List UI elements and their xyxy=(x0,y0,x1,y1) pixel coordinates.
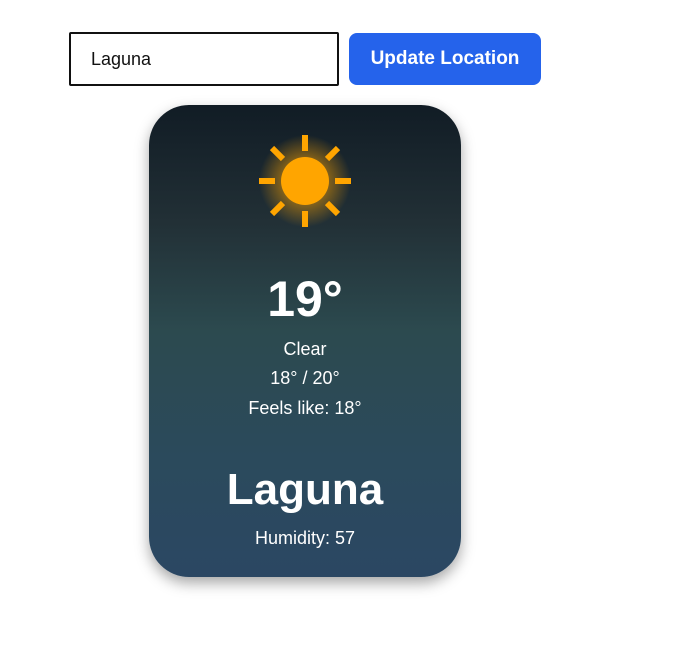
sun-icon xyxy=(259,135,351,227)
feels-like-value: 18° xyxy=(334,398,362,418)
humidity-value: 57 xyxy=(335,528,356,548)
location-input[interactable] xyxy=(69,32,339,86)
weather-card: 19° Clear 18° / 20° Feels like: 18° Lagu… xyxy=(149,105,461,577)
weather-condition: Clear xyxy=(283,339,327,359)
humidity-label: Humidity: xyxy=(254,528,330,548)
update-location-button[interactable]: Update Location xyxy=(349,33,541,85)
city-name: Laguna xyxy=(226,465,384,514)
weather-page: Update Location 19° Cle xyxy=(0,0,677,668)
humidity: Humidity: 57 xyxy=(149,526,461,550)
temperature-range: 18° / 20° xyxy=(270,368,340,388)
feels-like-label: Feels like: xyxy=(248,398,330,418)
feels-like: Feels like: 18° xyxy=(149,396,461,420)
temperature: 19° xyxy=(267,271,343,327)
